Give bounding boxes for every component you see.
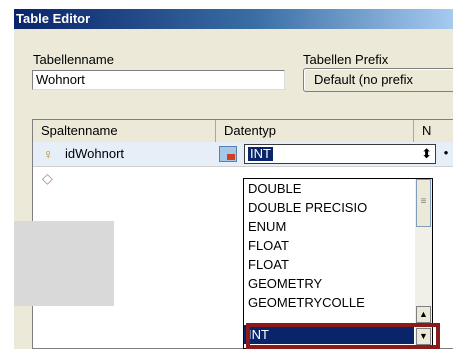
table-name-input[interactable]: Wohnort xyxy=(32,70,285,90)
dropdown-option[interactable]: GEOMETRY xyxy=(244,274,414,293)
dropdown-option[interactable]: DOUBLE xyxy=(244,179,414,198)
highlight-frame xyxy=(246,323,440,349)
row-end-marker: • xyxy=(443,145,449,160)
window-title: Table Editor xyxy=(14,9,453,29)
grid-header: Spaltenname Datentyp N xyxy=(33,120,453,143)
dropdown-option[interactable]: FLOAT xyxy=(244,236,414,255)
combo-arrows-icon[interactable]: ⬍ xyxy=(421,145,432,163)
column-header-name[interactable]: Spaltenname xyxy=(33,120,216,142)
column-header-n[interactable]: N xyxy=(414,120,453,142)
table-prefix-label: Tabellen Prefix xyxy=(303,52,389,67)
scroll-thumb[interactable]: ≡ xyxy=(416,179,431,227)
column-header-type[interactable]: Datentyp xyxy=(216,120,414,142)
dropdown-option[interactable]: ENUM xyxy=(244,217,414,236)
gray-overlay xyxy=(14,221,114,306)
table-name-label: Tabellenname xyxy=(33,52,114,67)
key-icon: ♀ xyxy=(43,146,54,162)
datatype-value: INT xyxy=(248,146,273,161)
datatype-combobox[interactable]: INT ⬍ xyxy=(244,144,436,164)
dropdown-option[interactable]: DOUBLE PRECISIO xyxy=(244,198,414,217)
background-strip xyxy=(0,0,453,9)
datatype-icon xyxy=(219,146,237,162)
dropdown-option[interactable]: FLOAT xyxy=(244,255,414,274)
diamond-icon: ◇ xyxy=(42,170,53,186)
table-row[interactable]: ♀ idWohnort INT ⬍ • xyxy=(33,142,453,167)
dropdown-option[interactable]: GEOMETRYCOLLE xyxy=(244,293,414,312)
scroll-up-icon[interactable]: ▲ xyxy=(416,306,431,323)
table-prefix-button[interactable]: Default (no prefix xyxy=(303,68,453,92)
row-column-name[interactable]: idWohnort xyxy=(65,146,124,162)
